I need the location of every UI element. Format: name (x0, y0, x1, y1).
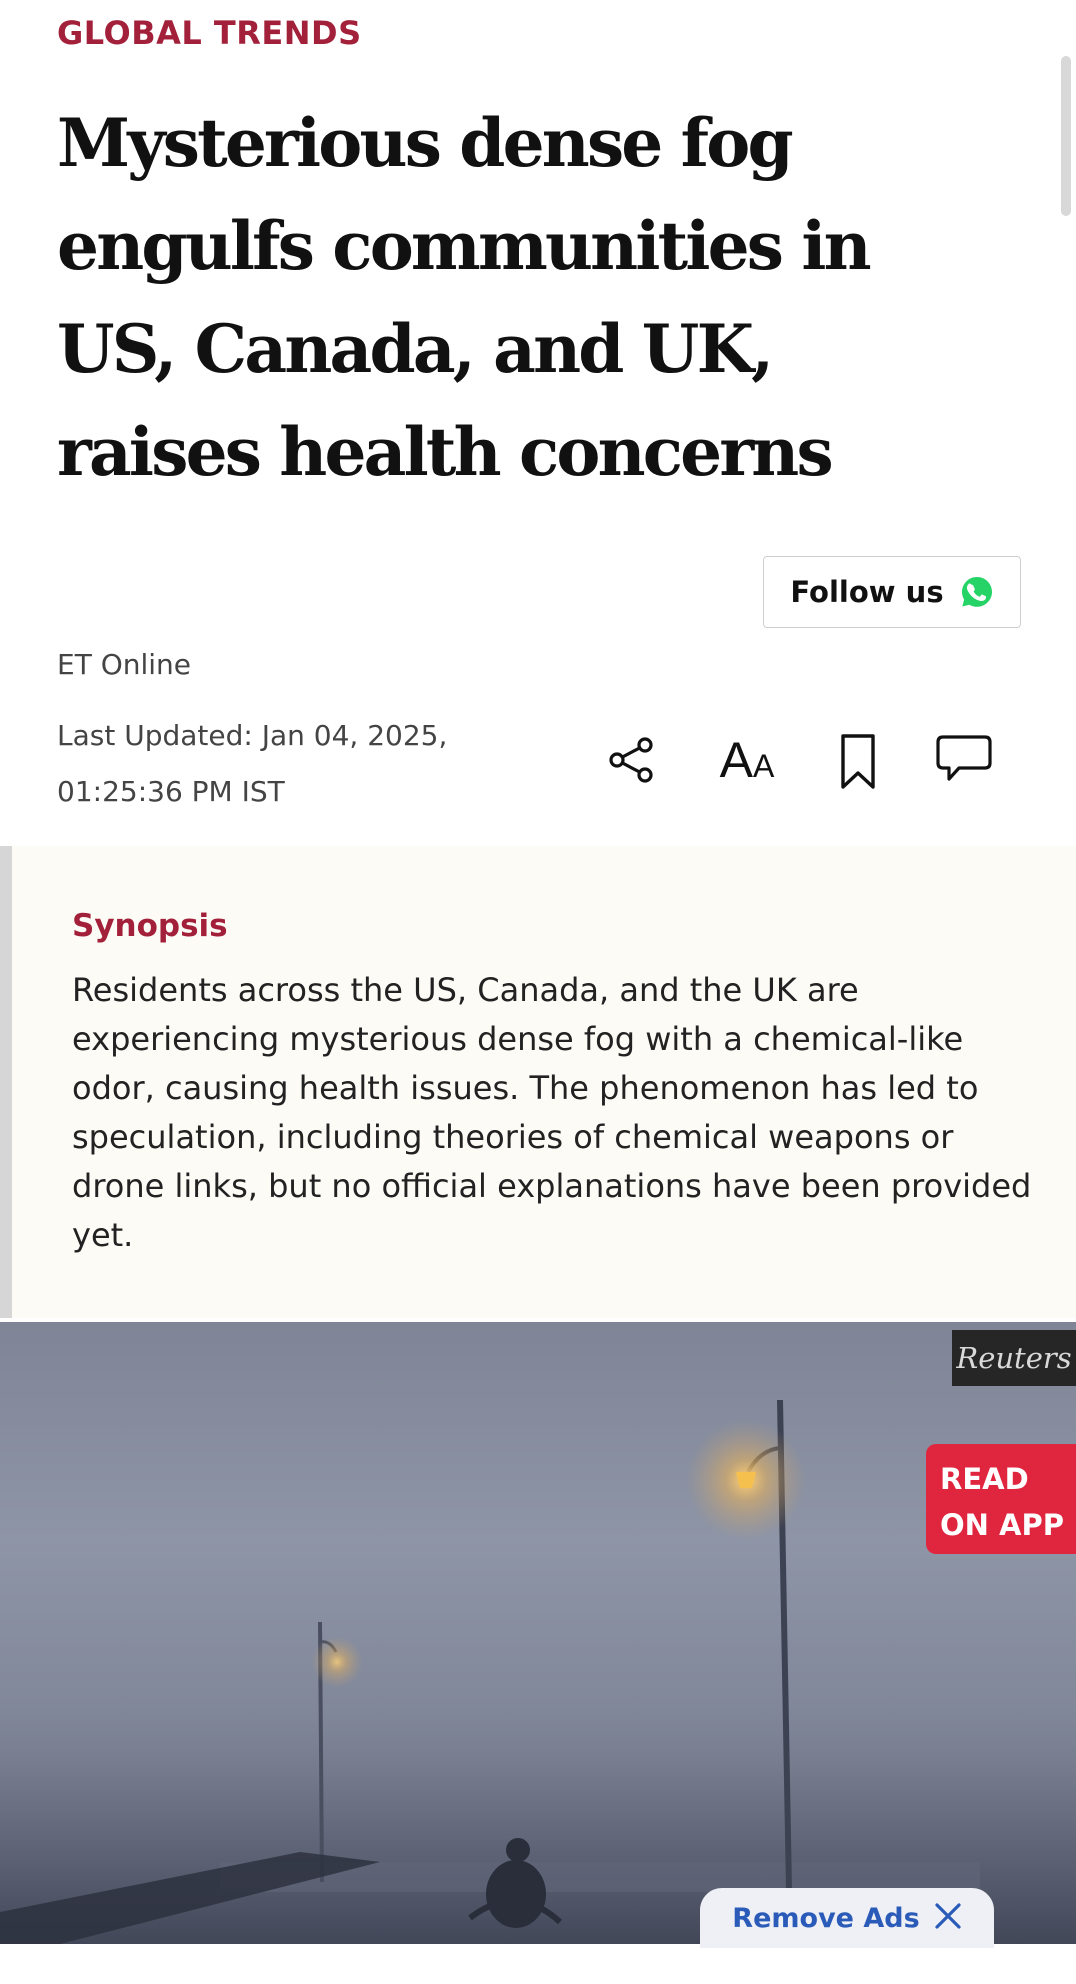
font-size-button[interactable]: AA (712, 730, 782, 790)
synopsis-accent-bar (0, 846, 12, 1318)
font-size-icon: AA (720, 735, 775, 785)
synopsis-title: Synopsis (72, 908, 228, 944)
synopsis-box: Synopsis Residents across the US, Canada… (0, 846, 1076, 1318)
remove-ads-label: Remove Ads (732, 1902, 920, 1934)
image-credit: Reuters (952, 1330, 1076, 1386)
comment-icon (935, 733, 993, 787)
follow-us-label: Follow us (790, 575, 944, 609)
scrollbar-thumb[interactable] (1061, 56, 1071, 216)
read-on-app-line1: READ (940, 1462, 1029, 1496)
last-updated-date: Last Updated: Jan 04, 2025, (57, 719, 448, 752)
whatsapp-icon (960, 575, 994, 609)
last-updated: Last Updated: Jan 04, 2025, 01:25:36 PM … (57, 708, 517, 820)
author-name[interactable]: ET Online (57, 648, 191, 681)
article-headline: Mysterious dense fog engulfs communities… (57, 104, 872, 491)
section-kicker[interactable]: GLOBAL TRENDS (57, 14, 362, 52)
page-scrollbar[interactable] (1054, 0, 1076, 220)
font-size-small-glyph: A (753, 748, 775, 784)
read-on-app-button[interactable]: READ ON APP (926, 1444, 1076, 1554)
article-image[interactable]: Reuters (0, 1322, 1076, 1944)
close-icon[interactable] (934, 1902, 962, 1935)
bookmark-icon (838, 733, 878, 791)
comments-button[interactable] (934, 730, 994, 790)
share-button[interactable] (604, 730, 660, 790)
remove-ads-button[interactable]: Remove Ads (700, 1888, 994, 1948)
bookmark-button[interactable] (836, 730, 880, 794)
last-updated-time: 01:25:36 PM IST (57, 775, 285, 808)
bottom-strip (0, 1944, 1076, 1984)
read-on-app-line2: ON APP (940, 1508, 1064, 1542)
font-size-large-glyph: A (719, 732, 753, 788)
follow-us-button[interactable]: Follow us (763, 556, 1021, 628)
share-icon (607, 735, 657, 785)
synopsis-text: Residents across the US, Canada, and the… (72, 971, 1032, 1254)
